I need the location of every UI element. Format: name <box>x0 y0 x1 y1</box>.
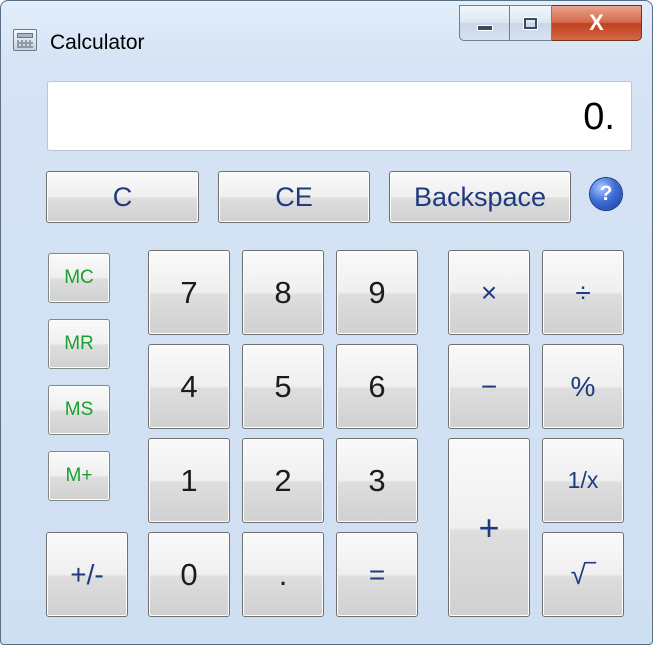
close-button[interactable]: X <box>552 5 642 41</box>
help-icon[interactable]: ? <box>590 178 622 210</box>
sign-toggle-button[interactable]: +/- <box>46 532 128 617</box>
equals-button[interactable]: = <box>336 532 418 617</box>
percent-button[interactable]: % <box>542 344 624 429</box>
calculator-window: Calculator X 0. C CE Backspace ? MC MR M… <box>0 0 653 645</box>
digit-3-button[interactable]: 3 <box>336 438 418 523</box>
window-title: Calculator <box>50 31 145 54</box>
clear-button[interactable]: C <box>46 171 199 223</box>
memory-recall-button[interactable]: MR <box>48 319 110 369</box>
minimize-icon <box>476 25 493 31</box>
caption-buttons: X <box>459 5 642 41</box>
digit-1-button[interactable]: 1 <box>148 438 230 523</box>
square-root-button[interactable]: √‾ <box>542 532 624 617</box>
backspace-button[interactable]: Backspace <box>389 171 571 223</box>
minimize-button[interactable] <box>459 5 510 41</box>
digit-5-button[interactable]: 5 <box>242 344 324 429</box>
decimal-point-button[interactable]: . <box>242 532 324 617</box>
title-bar[interactable]: Calculator X <box>1 1 652 63</box>
memory-clear-button[interactable]: MC <box>48 253 110 303</box>
clear-entry-button[interactable]: CE <box>218 171 370 223</box>
digit-8-button[interactable]: 8 <box>242 250 324 335</box>
calculator-icon <box>13 29 37 51</box>
digit-4-button[interactable]: 4 <box>148 344 230 429</box>
digit-2-button[interactable]: 2 <box>242 438 324 523</box>
close-icon: X <box>589 10 604 35</box>
maximize-icon <box>523 16 538 30</box>
memory-store-button[interactable]: MS <box>48 385 110 435</box>
multiply-button[interactable]: × <box>448 250 530 335</box>
calculator-display: 0. <box>47 81 632 151</box>
digit-7-button[interactable]: 7 <box>148 250 230 335</box>
digit-6-button[interactable]: 6 <box>336 344 418 429</box>
add-button[interactable]: + <box>448 438 530 617</box>
reciprocal-button[interactable]: 1/x <box>542 438 624 523</box>
digit-0-button[interactable]: 0 <box>148 532 230 617</box>
digit-9-button[interactable]: 9 <box>336 250 418 335</box>
divide-button[interactable]: ÷ <box>542 250 624 335</box>
maximize-button[interactable] <box>510 5 552 41</box>
subtract-button[interactable]: − <box>448 344 530 429</box>
memory-add-button[interactable]: M+ <box>48 451 110 501</box>
